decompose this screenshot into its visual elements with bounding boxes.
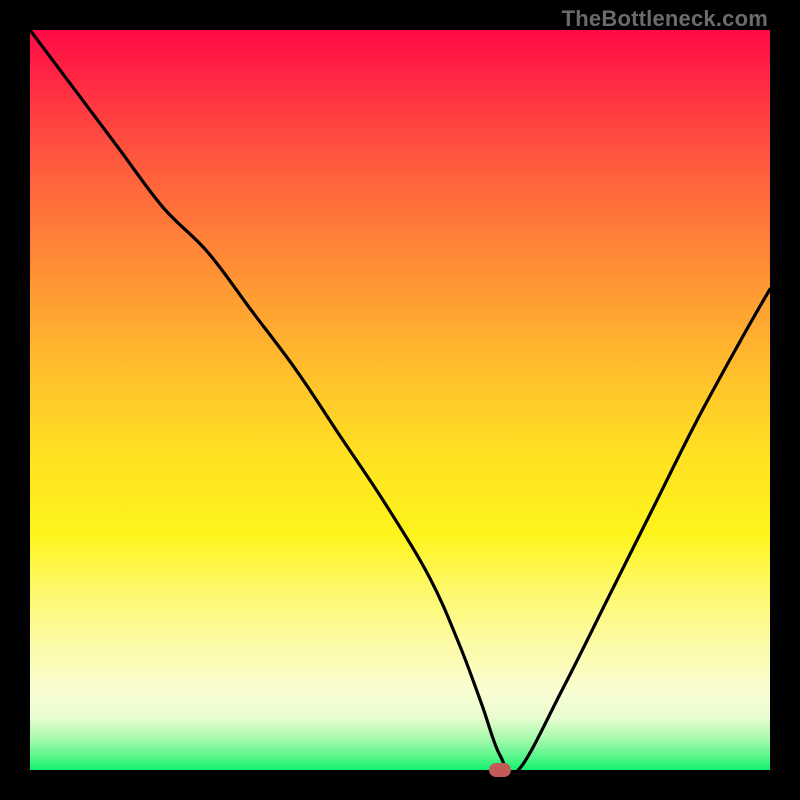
watermark-text: TheBottleneck.com — [562, 6, 768, 32]
chart-container: TheBottleneck.com — [0, 0, 800, 800]
plot-area — [30, 30, 770, 770]
bottleneck-curve — [30, 30, 770, 770]
minimum-marker — [489, 763, 511, 777]
